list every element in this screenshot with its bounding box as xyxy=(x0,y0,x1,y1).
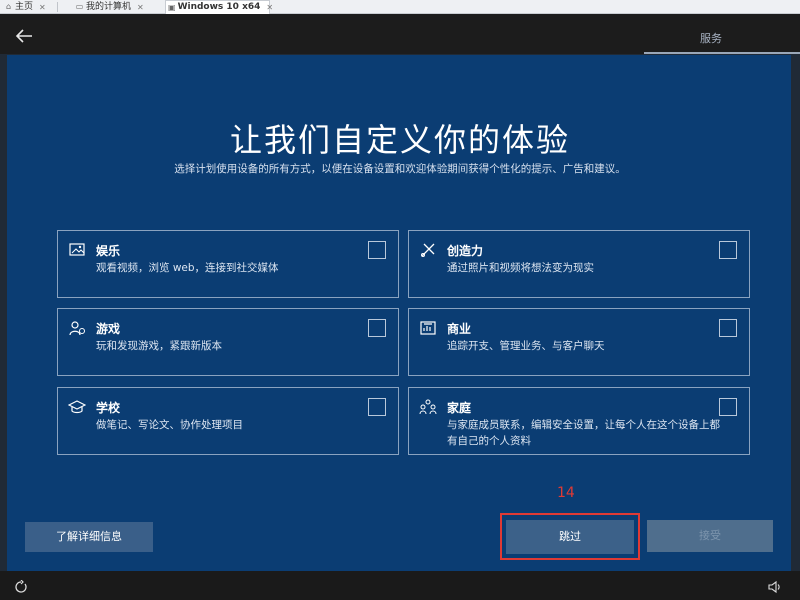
gaming-icon xyxy=(68,319,86,337)
vm-tab-windows10[interactable]: ▣ Windows 10 x64 ✕ xyxy=(165,0,273,14)
card-description: 观看视频，浏览 web，连接到社交媒体 xyxy=(96,262,279,274)
card-description: 做笔记、写论文、协作处理项目 xyxy=(96,419,243,431)
page-title: 让我们自定义你的体验 xyxy=(229,121,570,159)
vm-tab-label: 主页 xyxy=(15,1,34,12)
option-card-creativity[interactable]: 创造力 通过照片和视频将想法变为现实 xyxy=(408,230,750,298)
card-description: 追踪开支、管理业务、与客户聊天 xyxy=(447,340,605,352)
tab-divider xyxy=(57,2,58,12)
learn-more-button[interactable]: 了解详细信息 xyxy=(25,522,153,552)
accept-button[interactable]: 接受 xyxy=(647,520,773,552)
card-title: 游戏 xyxy=(96,322,121,336)
checkbox[interactable] xyxy=(719,319,737,337)
checkbox[interactable] xyxy=(368,241,386,259)
stage-progress-line xyxy=(644,52,800,54)
vm-tab-label: 我的计算机 xyxy=(86,1,132,12)
option-card-school[interactable]: 学校 做笔记、写论文、协作处理项目 xyxy=(57,387,399,455)
business-icon xyxy=(419,319,437,337)
family-icon xyxy=(419,398,437,416)
card-title: 创造力 xyxy=(447,244,484,258)
home-icon: ⌂ xyxy=(5,2,12,11)
entertainment-icon xyxy=(68,241,86,259)
vm-icon: ▣ xyxy=(168,2,176,12)
card-description: 与家庭成员联系，编辑安全设置，让每个人在这个设备上都有自己的个人资料 xyxy=(447,419,720,447)
checkbox[interactable] xyxy=(719,398,737,416)
card-description: 通过照片和视频将想法变为现实 xyxy=(447,262,594,274)
stage-label: 服务 xyxy=(700,32,722,45)
vm-tab-label: Windows 10 x64 xyxy=(177,2,261,12)
option-card-business[interactable]: 商业 追踪开支、管理业务、与客户聊天 xyxy=(408,308,750,376)
vm-tab-bar: ⌂ 主页 ✕ ▭ 我的计算机 ✕ ▣ Windows 10 x64 ✕ xyxy=(0,0,800,14)
page-subtitle: 选择计划使用设备的所有方式，以便在设备设置和欢迎体验期间获得个性化的提示、广告和… xyxy=(174,163,626,175)
school-icon xyxy=(67,398,87,416)
vm-tab-home[interactable]: ⌂ 主页 ✕ xyxy=(2,0,52,14)
card-title: 学校 xyxy=(96,401,121,415)
card-title: 商业 xyxy=(447,322,472,336)
checkbox[interactable] xyxy=(368,398,386,416)
close-icon[interactable]: ✕ xyxy=(266,1,273,14)
option-card-entertainment[interactable]: 娱乐 观看视频，浏览 web，连接到社交媒体 xyxy=(57,230,399,298)
option-card-gaming[interactable]: 游戏 玩和发现游戏，紧跟新版本 xyxy=(57,308,399,376)
card-description: 玩和发现游戏，紧跟新版本 xyxy=(96,340,222,352)
ease-of-access-icon[interactable] xyxy=(14,579,28,594)
back-arrow-icon[interactable] xyxy=(14,27,34,45)
volume-icon[interactable] xyxy=(768,580,782,594)
close-icon[interactable]: ✕ xyxy=(39,1,46,14)
card-title: 娱乐 xyxy=(96,244,121,258)
checkbox[interactable] xyxy=(368,319,386,337)
setup-bottom-bar xyxy=(0,571,800,600)
step-annotation: 14 xyxy=(557,485,575,501)
card-title: 家庭 xyxy=(447,401,472,415)
option-card-family[interactable]: 家庭 与家庭成员联系，编辑安全设置，让每个人在这个设备上都有自己的个人资料 xyxy=(408,387,750,455)
close-icon[interactable]: ✕ xyxy=(137,1,144,14)
vm-tab-my-computer[interactable]: ▭ 我的计算机 ✕ xyxy=(73,0,159,14)
setup-top-bar xyxy=(0,14,800,54)
creativity-icon xyxy=(419,241,437,259)
checkbox[interactable] xyxy=(719,241,737,259)
skip-button[interactable]: 跳过 xyxy=(506,520,634,554)
computer-icon: ▭ xyxy=(75,2,84,11)
